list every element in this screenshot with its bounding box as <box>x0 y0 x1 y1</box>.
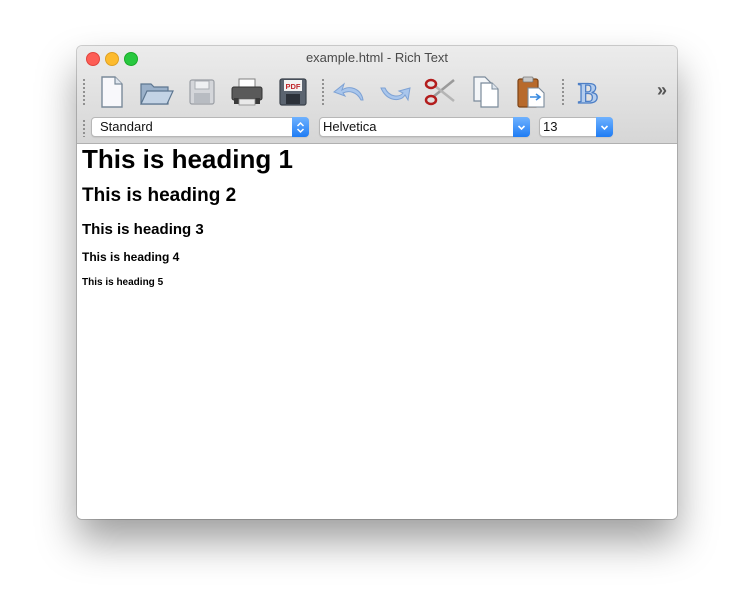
new-document-icon <box>101 76 123 108</box>
document-editor[interactable]: This is heading 1 This is heading 2 This… <box>77 144 677 519</box>
bold-button[interactable]: B <box>570 74 606 110</box>
window-title: example.html - Rich Text <box>305 50 449 65</box>
font-family-popup[interactable]: Helvetica <box>319 117 530 137</box>
paragraph-style-value: Standard <box>100 119 153 134</box>
copy-button[interactable] <box>468 74 504 110</box>
chevron-down-icon <box>596 117 613 137</box>
redo-button[interactable] <box>377 74 413 110</box>
printer-icon <box>231 78 263 106</box>
heading-3: This is heading 3 <box>82 221 204 238</box>
pdf-floppy-icon: PDF <box>279 78 307 106</box>
paragraph-style-popup[interactable]: Standard <box>91 117 309 137</box>
paste-button[interactable] <box>513 74 549 110</box>
folder-icon <box>140 83 174 105</box>
formatbar-separator <box>83 119 85 137</box>
scissors-icon <box>424 78 455 106</box>
heading-2: This is heading 2 <box>82 185 237 206</box>
toolbar-separator <box>562 78 564 106</box>
undo-arrow-icon <box>332 82 364 101</box>
clipboard-icon <box>517 76 545 108</box>
undo-button[interactable] <box>331 74 367 110</box>
redo-arrow-icon <box>380 87 411 102</box>
updown-chevron-icon <box>292 117 309 137</box>
bold-label: B <box>578 77 598 108</box>
pdf-label: PDF <box>286 82 301 91</box>
font-family-value: Helvetica <box>323 119 377 134</box>
open-button[interactable] <box>138 74 174 110</box>
new-document-button[interactable] <box>93 74 129 110</box>
toolbar-separator <box>322 78 324 106</box>
font-size-value: 13 <box>543 119 558 134</box>
titlebar: example.html - Rich Text PDF B » Standar… <box>77 46 677 144</box>
chevron-down-icon <box>513 117 530 137</box>
cut-button[interactable] <box>422 74 458 110</box>
copy-icon <box>473 76 499 108</box>
bold-b-icon: B <box>577 76 598 108</box>
heading-4: This is heading 4 <box>82 250 180 264</box>
print-button[interactable] <box>229 74 265 110</box>
toolbar-separator <box>83 78 85 106</box>
toolbar-overflow-chevron-icon[interactable]: » <box>657 80 667 101</box>
app-window: example.html - Rich Text PDF B » Standar… <box>77 46 677 519</box>
font-size-popup[interactable]: 13 <box>539 117 613 137</box>
heading-5: This is heading 5 <box>82 277 164 288</box>
save-pdf-button[interactable]: PDF <box>275 74 311 110</box>
heading-1: This is heading 1 <box>82 144 293 174</box>
save-button[interactable] <box>184 74 220 110</box>
floppy-disk-icon <box>189 79 215 105</box>
